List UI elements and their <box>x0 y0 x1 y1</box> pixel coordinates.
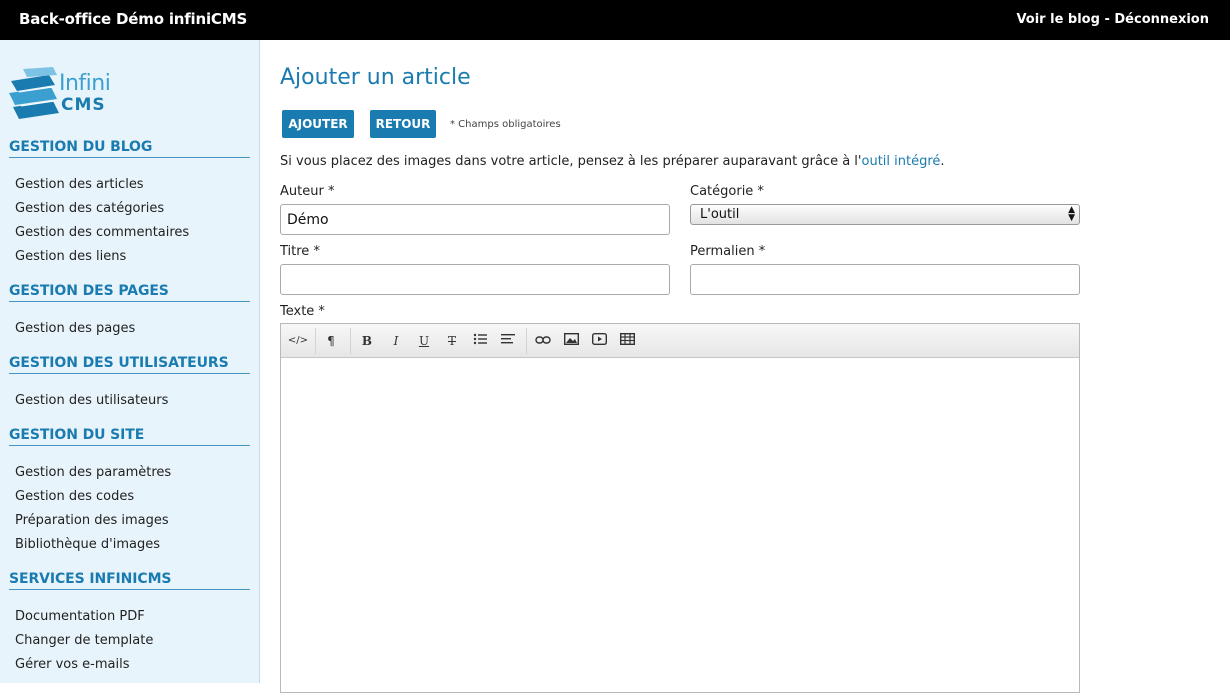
infinicms-logo[interactable]: Infini CMS <box>9 65 141 127</box>
permalink-input[interactable] <box>690 264 1080 295</box>
logo-text-infini: Infini <box>59 71 111 96</box>
intro-text-after: . <box>940 154 945 169</box>
text-label: Texte * <box>280 304 325 319</box>
nav-item-articles[interactable]: Gestion des articles <box>15 177 144 192</box>
nav-item-pages[interactable]: Gestion des pages <box>15 321 135 336</box>
top-links: Voir le blog - Déconnexion <box>1016 12 1209 27</box>
author-input[interactable] <box>280 204 670 235</box>
select-arrows-icon: ▲ ▼ <box>1068 205 1075 223</box>
nav-item-users[interactable]: Gestion des utilisateurs <box>15 393 168 408</box>
section-title-users: GESTION DES UTILISATEURS <box>9 355 250 374</box>
sidebar: Infini CMS GESTION DU BLOG Gestion des a… <box>0 40 260 683</box>
nav-item-pdf-docs[interactable]: Documentation PDF <box>15 609 145 624</box>
author-label: Auteur * <box>280 184 335 199</box>
top-bar: Back-office Démo infiniCMS Voir le blog … <box>0 0 1230 40</box>
logout-link[interactable]: Déconnexion <box>1114 12 1209 27</box>
toolbar-separator <box>350 328 351 354</box>
paragraph-format-icon[interactable]: ¶ <box>323 332 339 350</box>
view-blog-link[interactable]: Voir le blog <box>1016 12 1099 27</box>
page-title: Ajouter un article <box>280 65 471 90</box>
logo-text-cms: CMS <box>61 95 106 115</box>
toolbar-separator <box>526 328 527 354</box>
rich-text-editor[interactable]: </> ¶ B I U T <box>280 323 1080 693</box>
category-label: Catégorie * <box>690 184 764 199</box>
image-icon[interactable] <box>563 332 579 350</box>
permalink-label: Permalien * <box>690 244 766 259</box>
video-icon[interactable] <box>591 332 607 350</box>
nav-item-codes[interactable]: Gestion des codes <box>15 489 134 504</box>
section-title-services: SERVICES INFINICMS <box>9 571 250 590</box>
nav-item-comments[interactable]: Gestion des commentaires <box>15 225 189 240</box>
table-icon[interactable] <box>619 332 635 350</box>
nav-item-links[interactable]: Gestion des liens <box>15 249 126 264</box>
intro-text-before: Si vous placez des images dans votre art… <box>280 154 862 169</box>
editor-toolbar: </> ¶ B I U T <box>281 324 1079 358</box>
section-title-site: GESTION DU SITE <box>9 427 250 446</box>
section-title-pages: GESTION DES PAGES <box>9 283 250 302</box>
intro-text: Si vous placez des images dans votre art… <box>280 154 945 169</box>
strikethrough-icon[interactable]: T <box>444 332 460 350</box>
link-icon[interactable] <box>535 332 551 350</box>
nav-item-emails[interactable]: Gérer vos e-mails <box>15 657 129 672</box>
top-links-separator: - <box>1104 12 1110 27</box>
italic-icon[interactable]: I <box>388 332 404 350</box>
bold-icon[interactable]: B <box>359 332 375 350</box>
main-content: Ajouter un article AJOUTER RETOUR * Cham… <box>260 40 1230 693</box>
nav-item-image-library[interactable]: Bibliothèque d'images <box>15 537 160 552</box>
app-title: Back-office Démo infiniCMS <box>19 10 248 28</box>
title-input[interactable] <box>280 264 670 295</box>
nav-item-settings[interactable]: Gestion des paramètres <box>15 465 171 480</box>
add-button[interactable]: AJOUTER <box>282 110 354 138</box>
nav-item-categories[interactable]: Gestion des catégories <box>15 201 164 216</box>
bullet-list-icon[interactable] <box>472 332 488 350</box>
html-code-icon[interactable]: </> <box>287 332 309 350</box>
section-title-blog: GESTION DU BLOG <box>9 139 250 158</box>
toolbar-separator <box>315 328 316 354</box>
editor-content-area[interactable] <box>281 358 1079 692</box>
align-icon[interactable] <box>500 332 516 350</box>
nav-item-change-template[interactable]: Changer de template <box>15 633 153 648</box>
integrated-tool-link[interactable]: outil intégré <box>862 154 941 169</box>
nav-item-image-prep[interactable]: Préparation des images <box>15 513 169 528</box>
back-button[interactable]: RETOUR <box>370 110 436 138</box>
title-label: Titre * <box>280 244 320 259</box>
category-selected-value: L'outil <box>700 207 740 222</box>
required-fields-note: * Champs obligatoires <box>450 119 561 130</box>
category-select[interactable]: L'outil ▲ ▼ <box>690 204 1080 225</box>
underline-icon[interactable]: U <box>416 332 432 350</box>
